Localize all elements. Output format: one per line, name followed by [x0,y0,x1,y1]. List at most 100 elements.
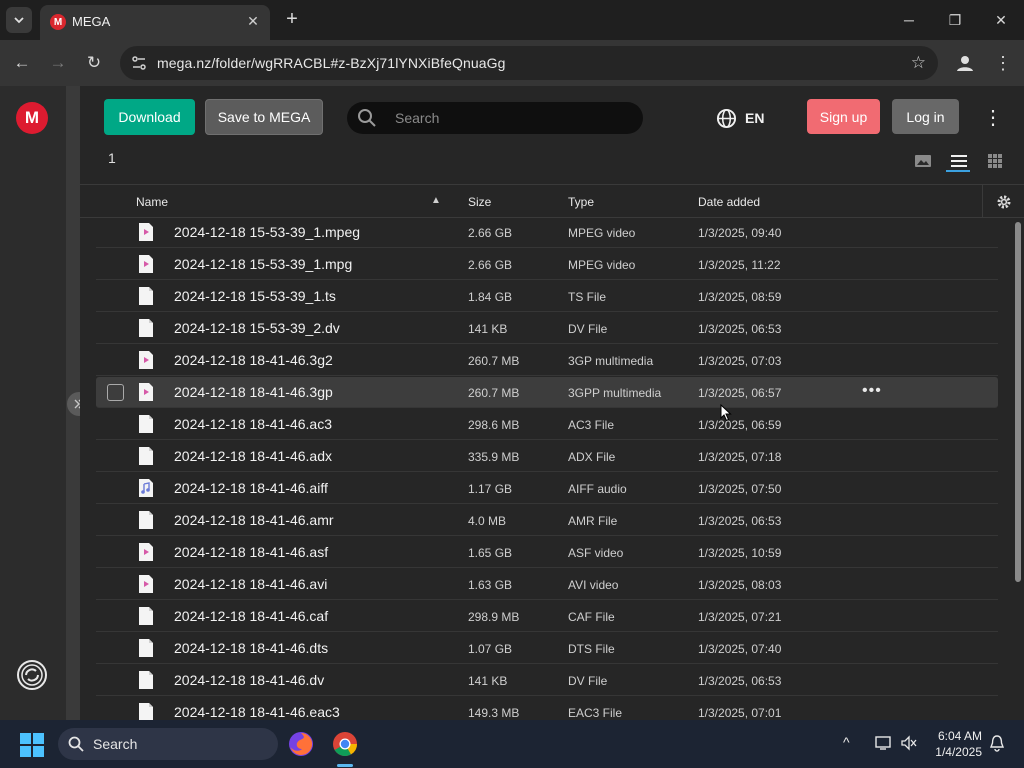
file-date: 1/3/2025, 07:21 [698,610,782,624]
generic-file-icon [138,286,154,306]
table-row[interactable]: 2024-12-18 18-41-46.eac3 149.3 MB EAC3 Fil… [96,697,998,720]
file-name: 2024-12-18 18-41-46.amr [174,512,334,528]
table-row[interactable]: 2024-12-18 18-41-46.dts 1.07 GB DTS File 1/… [96,633,998,664]
file-type: AVI video [568,578,619,592]
mega-favicon-icon: M [50,14,66,30]
url-text: mega.nz/folder/wgRRACBL#z-BzXj71lYNXiBfe… [157,55,506,71]
browser-tab[interactable]: M MEGA ✕ [40,5,270,40]
site-info-icon[interactable] [130,54,148,72]
notification-bell-icon[interactable] [988,734,1006,752]
network-icon[interactable] [874,734,892,752]
log-in-button[interactable]: Log in [892,99,959,134]
mouse-cursor-icon [720,404,732,422]
table-row[interactable]: 2024-12-18 18-41-46.caf 298.9 MB CAF File 1… [96,601,998,632]
file-name: 2024-12-18 18-41-46.3g2 [174,352,333,368]
table-row[interactable]: 2024-12-18 15-53-39_1.mpeg 2.66 GB MPEG vi… [96,218,998,248]
file-size: 1.17 GB [468,482,513,496]
table-row[interactable]: 2024-12-18 18-41-46.ac3 298.6 MB AC3 File 1… [96,409,998,440]
row-checkbox[interactable] [107,384,124,401]
video-file-icon [138,542,154,562]
firefox-icon[interactable] [287,730,315,758]
system-clock[interactable]: 6:04 AM 1/4/2025 [928,728,982,760]
table-row[interactable]: 2024-12-18 15-53-39_1.mpg 2.66 GB MPEG vid… [96,249,998,280]
list-view-icon[interactable] [950,153,968,169]
file-date: 1/3/2025, 06:53 [698,514,782,528]
language-selector[interactable]: EN [716,106,764,130]
image-view-icon[interactable] [914,153,932,169]
table-row[interactable]: 2024-12-18 15-53-39_2.dv 141 KB DV File 1/3… [96,313,998,344]
sign-up-button[interactable]: Sign up [807,99,880,134]
column-settings-button[interactable] [982,185,1024,218]
file-type: AC3 File [568,418,615,432]
table-row[interactable]: 2024-12-18 18-41-46.asf 1.65 GB ASF video 1… [96,537,998,568]
bookmark-star-icon[interactable]: ☆ [911,53,926,73]
file-date: 1/3/2025, 07:18 [698,450,782,464]
table-row[interactable]: 2024-12-18 18-41-46.3g2 260.7 MB 3GP multi… [96,345,998,376]
generic-file-icon [138,446,154,466]
active-app-indicator [337,764,353,767]
taskbar-search[interactable]: Search [58,728,278,760]
video-file-icon [138,222,154,242]
file-name: 2024-12-18 18-41-46.asf [174,544,329,560]
address-bar[interactable]: mega.nz/folder/wgRRACBL#z-BzXj71lYNXiBfe… [120,46,938,80]
column-header-size[interactable]: Size [468,195,491,209]
file-type: EAC3 File [568,706,623,720]
file-date: 1/3/2025, 07:01 [698,706,782,720]
scrollbar-thumb[interactable] [1015,222,1021,582]
file-size: 2.66 GB [468,258,513,272]
file-type: AMR File [568,514,618,528]
mega-sync-icon[interactable] [16,659,48,691]
back-button[interactable]: ← [9,50,35,76]
grid-view-icon[interactable] [986,153,1004,169]
table-row[interactable]: 2024-12-18 18-41-46.dv 141 KB DV File 1/3/2… [96,665,998,696]
column-header-name[interactable]: Name [136,195,168,209]
file-date: 1/3/2025, 07:50 [698,482,782,496]
reload-button[interactable]: ↻ [81,50,107,76]
table-row[interactable]: 2024-12-18 18-41-46.aiff 1.17 GB AIFF audi… [96,473,998,504]
file-date: 1/3/2025, 06:59 [698,418,782,432]
mega-logo-icon[interactable]: M [16,102,48,134]
table-row[interactable]: 2024-12-18 18-41-46.3gp 260.7 MB 3GPP mult… [96,377,998,408]
download-button[interactable]: Download [104,99,195,135]
forward-button[interactable]: → [45,50,71,76]
save-to-mega-button[interactable]: Save to MEGA [205,99,323,135]
file-size: 1.07 GB [468,642,513,656]
search-input[interactable]: Search [347,102,643,134]
file-date: 1/3/2025, 11:22 [698,258,781,272]
volume-muted-icon[interactable] [900,734,918,752]
file-size: 1.84 GB [468,290,513,304]
browser-menu-icon[interactable]: ⋮ [994,52,1012,74]
generic-file-icon [138,414,154,434]
generic-file-icon [138,638,154,658]
file-size: 1.63 GB [468,578,513,592]
table-row[interactable]: 2024-12-18 18-41-46.amr 4.0 MB AMR File 1/3… [96,505,998,536]
restore-button[interactable]: ❐ [943,8,967,32]
file-size: 298.6 MB [468,418,520,432]
language-label: EN [745,110,765,126]
column-header-date[interactable]: Date added [698,195,760,209]
more-options-icon[interactable]: ⋮ [983,106,1003,130]
file-size: 4.0 MB [468,514,507,528]
column-header-type[interactable]: Type [568,195,594,209]
row-more-options-icon[interactable]: ••• [862,382,882,400]
file-name: 2024-12-18 15-53-39_1.mpeg [174,224,361,240]
chrome-icon[interactable] [331,730,359,758]
table-row[interactable]: 2024-12-18 15-53-39_1.ts 1.84 GB TS File 1/… [96,281,998,312]
show-hidden-icons-button[interactable]: ^ [843,734,850,750]
table-row[interactable]: 2024-12-18 18-41-46.avi 1.63 GB AVI video 1… [96,569,998,600]
close-window-button[interactable]: ✕ [989,8,1013,32]
minimize-button[interactable]: ─ [897,8,921,32]
windows-start-icon[interactable] [20,733,44,757]
table-row[interactable]: 2024-12-18 18-41-46.adx 335.9 MB ADX File 1… [96,441,998,472]
tab-search-button[interactable] [6,7,32,33]
file-type: 3GP multimedia [568,354,654,368]
sort-ascending-icon[interactable]: ▲ [431,195,441,206]
file-date: 1/3/2025, 07:03 [698,354,782,368]
globe-icon [716,108,737,128]
profile-icon[interactable] [953,51,977,75]
tab-close-icon[interactable]: ✕ [244,12,262,30]
file-name: 2024-12-18 18-41-46.ac3 [174,416,333,432]
new-tab-button[interactable]: + [280,8,304,32]
breadcrumb[interactable]: 1 [108,150,116,166]
file-type: ADX File [568,450,616,464]
